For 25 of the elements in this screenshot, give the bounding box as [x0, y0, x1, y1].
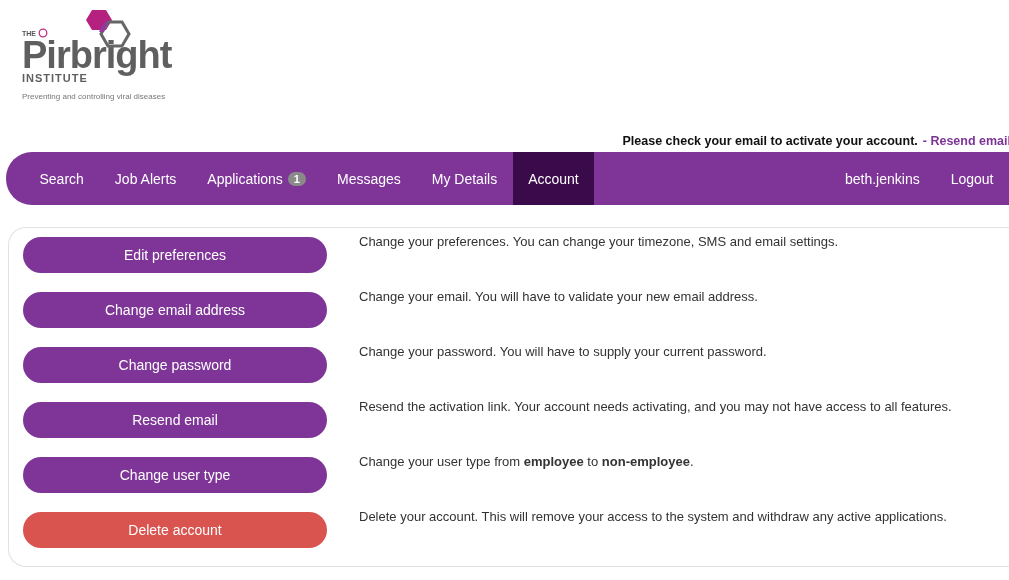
count-badge: 1	[287, 171, 306, 186]
nav-tab[interactable]: Account	[512, 152, 595, 205]
action-button[interactable]: Change user type	[23, 457, 327, 493]
nav-tab[interactable]: Job Alerts	[99, 152, 192, 205]
logout-link[interactable]: Logout	[935, 152, 1009, 205]
logo-tagline: Preventing and controlling viral diseases	[22, 92, 167, 101]
circle-icon	[38, 28, 48, 38]
action-description: Delete your account. This will remove your access to the system and withdraw any active applications.	[359, 508, 948, 526]
action-button[interactable]: Change email address	[23, 292, 327, 328]
action-description: Change your email. You will have to validate your new email address.	[359, 288, 759, 306]
nav-tab[interactable]: Search	[24, 152, 100, 205]
action-button[interactable]: Resend email	[23, 402, 327, 438]
logo-subtitle: INSTITUTE	[22, 72, 88, 84]
nav-tab[interactable]: Messages	[321, 152, 417, 205]
delete-button[interactable]: Delete account	[23, 512, 327, 548]
action-button[interactable]: Change password	[23, 347, 327, 383]
notice-text: Please check your email to activate your account.	[622, 134, 918, 148]
action-description: Change your password. You will have to supply your current password.	[359, 343, 768, 361]
username-link[interactable]: beth.jenkins	[829, 152, 936, 205]
action-button[interactable]: Edit preferences	[23, 237, 327, 273]
nav-tab[interactable]: Applications 1	[191, 152, 322, 205]
nav-tab[interactable]: My Details	[416, 152, 513, 205]
action-description: Change your user type from employee to non-employee.	[359, 453, 695, 471]
action-description: Change your preferences. You can change your timezone, SMS and email settings.	[359, 233, 840, 251]
action-description: Resend the activation link. Your account needs activating, and you may not have access to all features.	[359, 398, 953, 416]
